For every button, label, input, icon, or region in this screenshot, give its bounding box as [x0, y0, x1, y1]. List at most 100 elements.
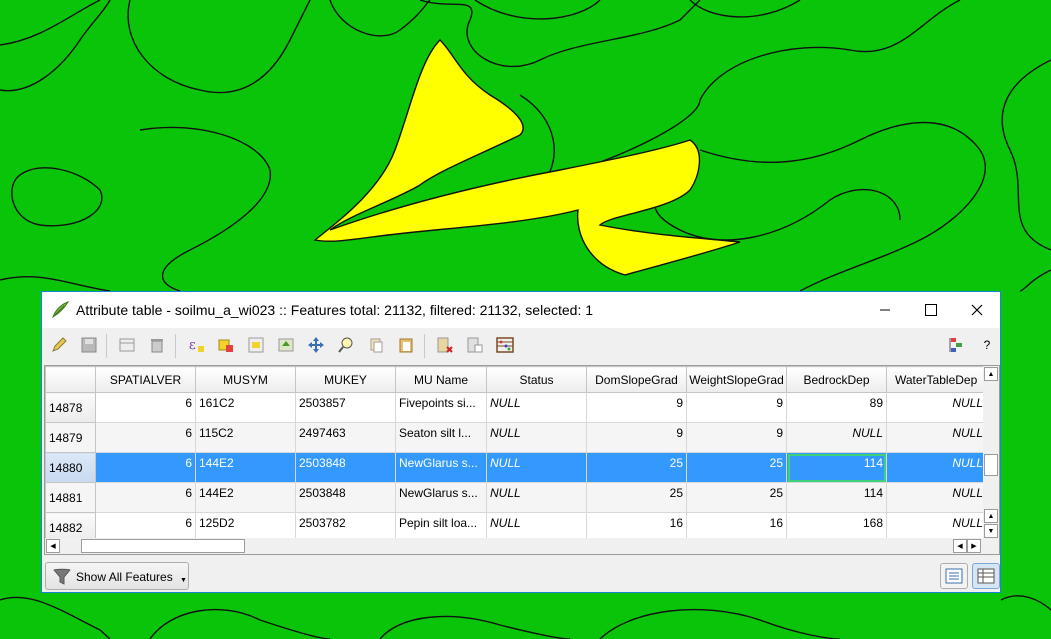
table-cell[interactable]: 6: [95, 482, 196, 513]
table-cell[interactable]: 25: [686, 482, 787, 513]
show-features-dropdown[interactable]: Show All Features ▼: [45, 562, 189, 590]
table-row[interactable]: 14879 6 115C2 2497463 Seaton silt l... NULL 9 9…: [45, 422, 987, 453]
row-header[interactable]: 14881: [45, 482, 96, 513]
filter-icon: [53, 568, 71, 585]
table-cell[interactable]: 25: [686, 452, 787, 483]
scroll-down-button[interactable]: ▼: [984, 524, 998, 538]
copy-button[interactable]: [365, 334, 387, 356]
column-header[interactable]: MUSYM: [195, 366, 296, 393]
row-header[interactable]: 14879: [45, 422, 96, 453]
conditional-format-button[interactable]: [946, 334, 968, 356]
table-cell[interactable]: Fivepoints si...: [395, 392, 487, 423]
row-header[interactable]: 14878: [45, 392, 96, 423]
scroll-up-button-lower[interactable]: ▲: [984, 509, 998, 523]
row-header-corner[interactable]: [45, 366, 96, 393]
trash-icon: [151, 339, 163, 353]
table-cell[interactable]: NULL: [486, 392, 587, 423]
column-header[interactable]: DomSlopeGrad: [586, 366, 687, 393]
table-cell[interactable]: NULL: [786, 422, 887, 453]
table-cell[interactable]: NULL: [486, 482, 587, 513]
column-header[interactable]: WeightSlopeGrad: [686, 366, 787, 393]
zoom-icon: [338, 337, 353, 353]
scroll-up-button[interactable]: ▲: [984, 367, 998, 381]
table-cell[interactable]: 9: [686, 422, 787, 453]
column-header[interactable]: BedrockDep: [786, 366, 887, 393]
table-row[interactable]: 14878 6 161C2 2503857 Fivepoints si... NULL 9 9…: [45, 392, 987, 423]
pan-icon: [308, 337, 324, 353]
copy-icon: [370, 338, 383, 353]
table-cell[interactable]: 89: [786, 392, 887, 423]
abacus-icon: [496, 337, 514, 353]
table-cell[interactable]: NewGlarus s...: [395, 452, 487, 483]
select-by-expression-button[interactable]: ε: [185, 334, 207, 356]
table-cell[interactable]: NewGlarus s...: [395, 482, 487, 513]
table-cell[interactable]: 6: [95, 422, 196, 453]
zoom-to-selection-button[interactable]: [335, 334, 357, 356]
move-selection-top-button[interactable]: [275, 334, 297, 356]
table-cell[interactable]: NULL: [886, 452, 987, 483]
table-cell[interactable]: 25: [586, 482, 687, 513]
paste-button[interactable]: [395, 334, 417, 356]
scroll-right-button-end[interactable]: ▶: [967, 539, 981, 553]
column-header[interactable]: WaterTableDep: [886, 366, 987, 393]
title-bar[interactable]: Attribute table - soilmu_a_wi023 :: Feat…: [42, 292, 1000, 328]
table-cell[interactable]: 2503848: [295, 452, 396, 483]
table-cell[interactable]: 2503857: [295, 392, 396, 423]
close-button[interactable]: [954, 292, 1000, 328]
invert-selection-button[interactable]: [245, 334, 267, 356]
table-cell[interactable]: NULL: [486, 422, 587, 453]
form-view-button[interactable]: [940, 563, 968, 589]
vertical-scrollbar[interactable]: ▲ ▲ ▼: [983, 366, 999, 554]
attribute-table-window: Attribute table - soilmu_a_wi023 :: Feat…: [41, 291, 1001, 593]
maximize-button[interactable]: [908, 292, 954, 328]
table-cell[interactable]: 2503848: [295, 482, 396, 513]
table-row[interactable]: 14881 6 144E2 2503848 NewGlarus s... NULL 25 25…: [45, 482, 987, 513]
minimize-button[interactable]: [862, 292, 908, 328]
table-cell[interactable]: 9: [586, 422, 687, 453]
delete-column-button[interactable]: [434, 334, 456, 356]
column-header[interactable]: SPATIALVER: [95, 366, 196, 393]
attribute-grid[interactable]: SPATIALVER MUSYM MUKEY MU Name Status Do…: [44, 365, 1000, 555]
table-cell[interactable]: NULL: [886, 392, 987, 423]
save-edits-button[interactable]: [78, 334, 100, 356]
table-view-icon: [977, 568, 995, 584]
table-cell[interactable]: NULL: [486, 452, 587, 483]
pan-to-selection-button[interactable]: [305, 334, 327, 356]
table-cell[interactable]: 25: [586, 452, 687, 483]
column-header[interactable]: MUKEY: [295, 366, 396, 393]
horizontal-scrollbar[interactable]: ◀ ◀ ▶: [45, 538, 983, 554]
table-cell[interactable]: 9: [586, 392, 687, 423]
table-cell[interactable]: 144E2: [195, 482, 296, 513]
column-header[interactable]: MU Name: [395, 366, 487, 393]
table-cell[interactable]: 115C2: [195, 422, 296, 453]
table-cell[interactable]: 114: [786, 452, 887, 483]
table-cell[interactable]: 114: [786, 482, 887, 513]
table-view-button[interactable]: [972, 563, 1000, 589]
table-cell[interactable]: Seaton silt l...: [395, 422, 487, 453]
field-calculator-button[interactable]: [494, 334, 516, 356]
scroll-left-button[interactable]: ◀: [46, 539, 60, 553]
column-header[interactable]: Status: [486, 366, 587, 393]
table-cell[interactable]: NULL: [886, 422, 987, 453]
table-cell[interactable]: 6: [95, 452, 196, 483]
scroll-right-button[interactable]: ◀: [953, 539, 967, 553]
toggle-editing-button[interactable]: [48, 334, 70, 356]
vertical-scroll-thumb[interactable]: [984, 454, 998, 476]
table-row[interactable]: 14880 6 144E2 2503848 NewGlarus s... NULL 25 25…: [45, 452, 987, 483]
new-column-button[interactable]: [464, 334, 486, 356]
horizontal-scroll-thumb[interactable]: [81, 539, 245, 553]
table-cell[interactable]: NULL: [886, 482, 987, 513]
table-cell[interactable]: 6: [95, 392, 196, 423]
minimize-icon: [880, 309, 890, 311]
qgis-icon: [52, 301, 70, 319]
move-top-icon: [278, 338, 294, 352]
table-cell[interactable]: 144E2: [195, 452, 296, 483]
row-header[interactable]: 14880: [45, 452, 96, 483]
table-cell[interactable]: 2497463: [295, 422, 396, 453]
table-cell[interactable]: 161C2: [195, 392, 296, 423]
table-cell[interactable]: 9: [686, 392, 787, 423]
select-all-button[interactable]: [215, 334, 237, 356]
help-button[interactable]: ?: [976, 334, 998, 356]
add-feature-button[interactable]: [116, 334, 138, 356]
delete-selected-button[interactable]: [146, 334, 168, 356]
